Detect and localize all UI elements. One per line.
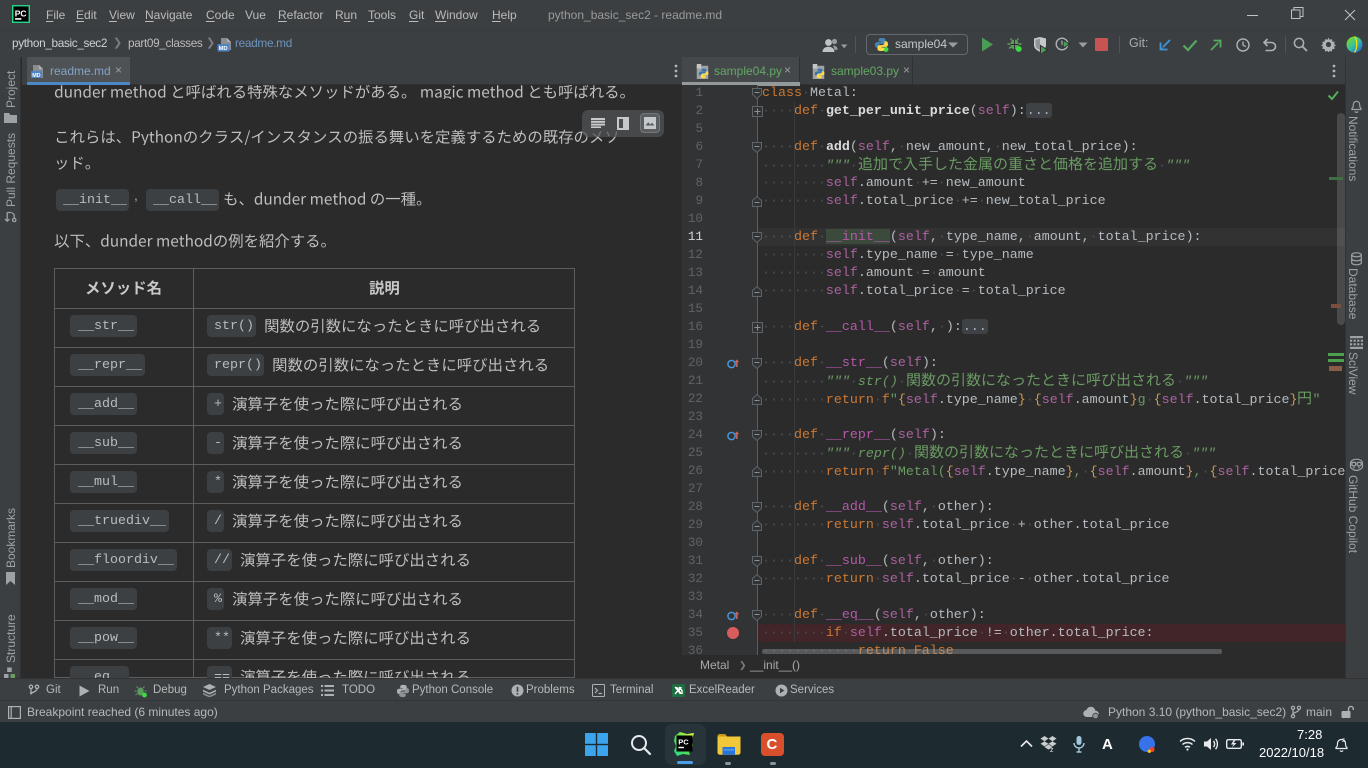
svg-text:MD: MD bbox=[219, 46, 228, 52]
svg-text:PC: PC bbox=[678, 738, 689, 747]
svg-text:PC: PC bbox=[15, 8, 27, 18]
svg-text:z: z bbox=[1050, 747, 1054, 752]
svg-text:z: z bbox=[1342, 738, 1345, 744]
svg-text:MD: MD bbox=[32, 73, 40, 79]
